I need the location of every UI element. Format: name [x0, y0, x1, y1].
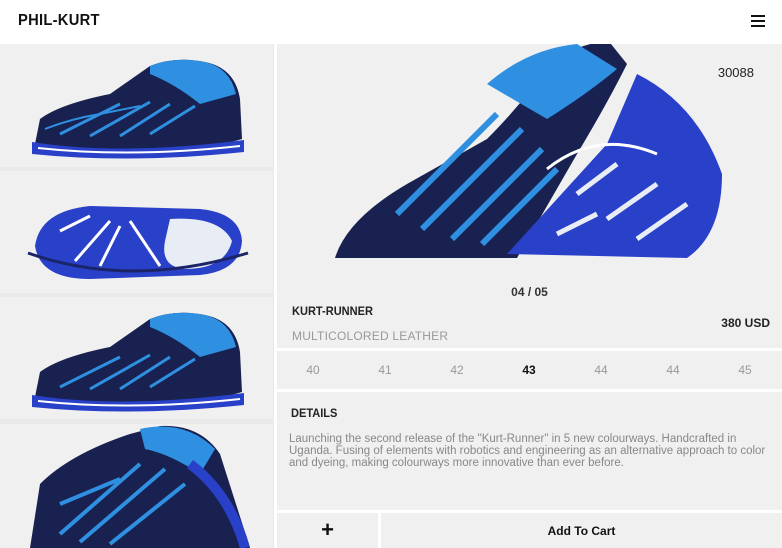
- product-price: 380 USD: [721, 316, 770, 330]
- thumbnail-gallery: [0, 44, 274, 548]
- size-option[interactable]: 45: [730, 363, 760, 377]
- thumbnail-side-view[interactable]: [0, 44, 273, 167]
- thumbnail-angled-view[interactable]: [0, 424, 273, 548]
- size-option[interactable]: 41: [370, 363, 400, 377]
- size-option[interactable]: 44: [586, 363, 616, 377]
- product-material: MULTICOLORED LEATHER: [292, 329, 449, 343]
- details-panel: DETAILS Launching the second release of …: [277, 392, 782, 510]
- thumbnail-side-view-2[interactable]: [0, 297, 273, 419]
- hero-shoe-image: [332, 44, 782, 258]
- hamburger-menu-icon[interactable]: [751, 15, 765, 28]
- product-hero: 30088 04 / 05 KURT-RUNNER MULTICOLORED L…: [277, 44, 782, 348]
- size-selector: 40 41 42 43 44 44 45: [277, 351, 782, 389]
- add-to-cart-button[interactable]: Add To Cart: [381, 513, 782, 548]
- size-option[interactable]: 43: [514, 363, 544, 377]
- top-bar: PHIL-KURT: [0, 0, 782, 44]
- product-name: KURT-RUNNER: [292, 304, 373, 318]
- size-option[interactable]: 44: [658, 363, 688, 377]
- details-text: Launching the second release of the "Kur…: [289, 433, 766, 469]
- size-option[interactable]: 42: [442, 363, 472, 377]
- size-option[interactable]: 40: [298, 363, 328, 377]
- product-code: 30088: [717, 65, 754, 80]
- details-heading: DETAILS: [291, 406, 338, 420]
- thumbnail-sole-view[interactable]: [0, 171, 273, 293]
- brand-logo[interactable]: PHIL-KURT: [18, 12, 100, 30]
- image-counter: 04 / 05: [511, 285, 548, 299]
- plus-button[interactable]: +: [277, 513, 378, 548]
